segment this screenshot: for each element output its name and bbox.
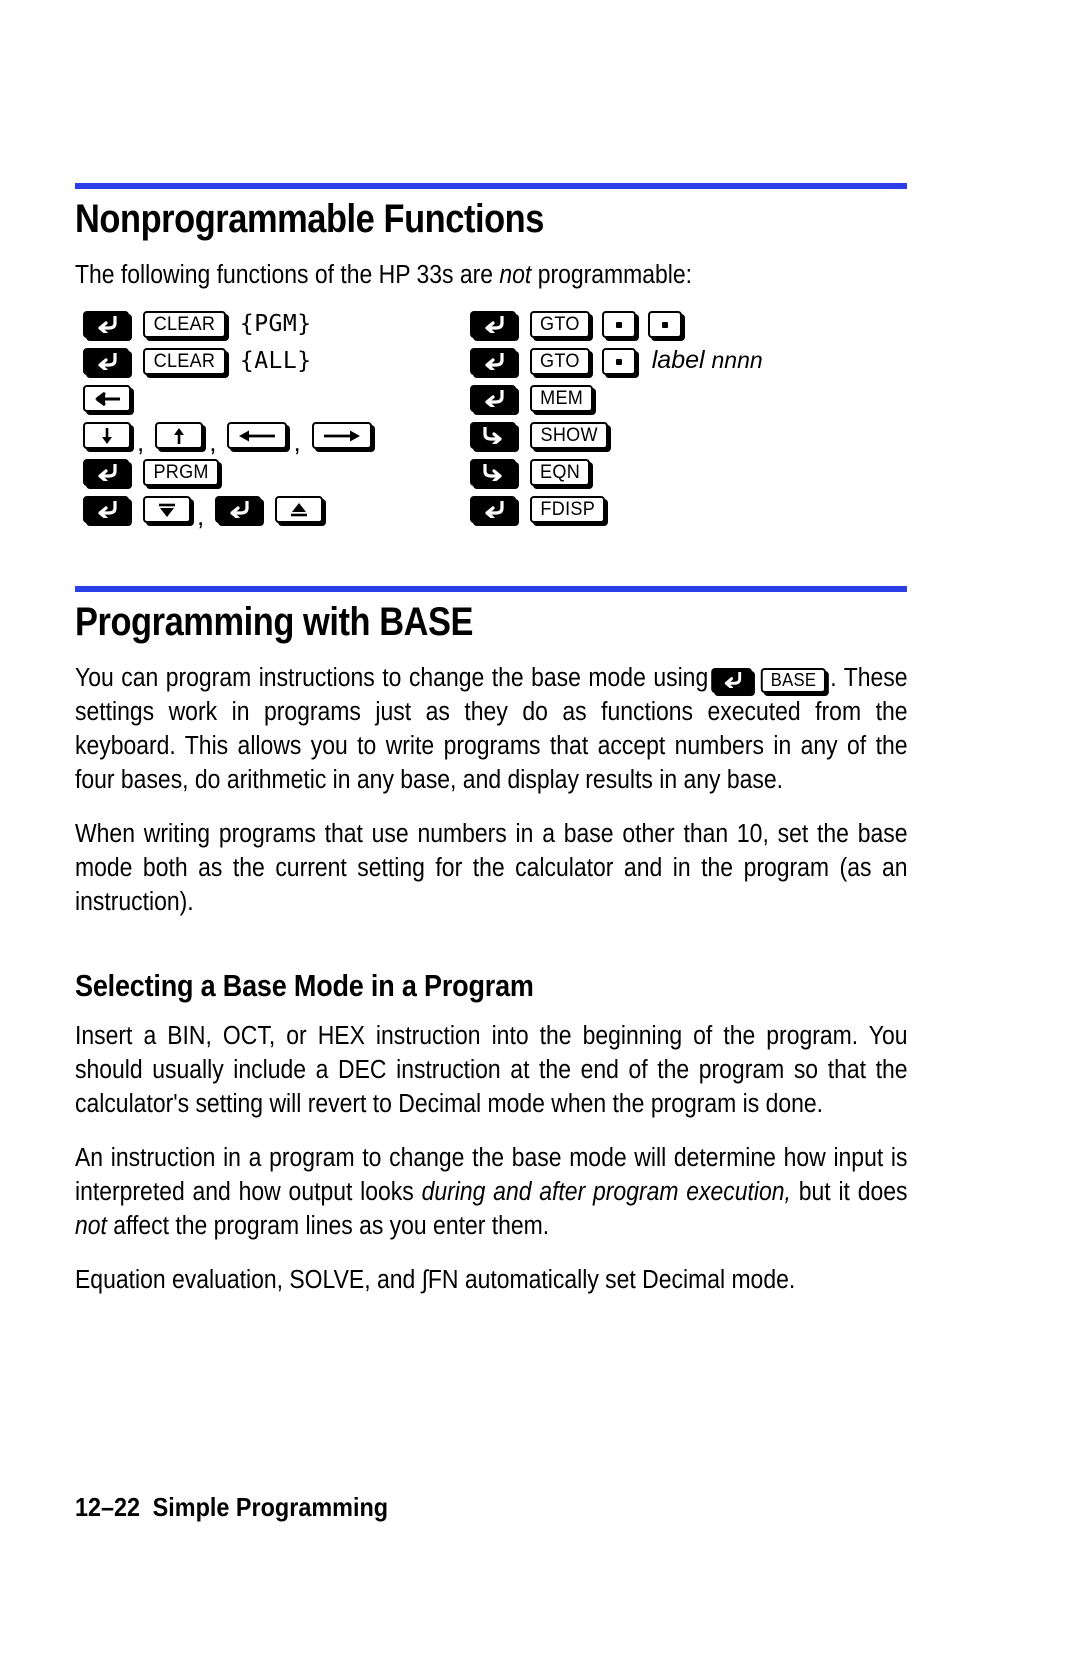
key-row-fdisp: FDISP xyxy=(470,491,763,528)
pgm-display-text: {PGM} xyxy=(239,310,312,337)
dot-glyph xyxy=(615,321,622,328)
gto-key[interactable]: GTO xyxy=(530,311,590,338)
key-row-eqn: EQN xyxy=(470,454,763,491)
key-row-backspace xyxy=(83,380,384,417)
all-display-text: {ALL} xyxy=(239,347,312,374)
left-shift-key-icon[interactable] xyxy=(470,348,516,375)
left-shift-key-icon[interactable] xyxy=(83,348,129,375)
up-arrow-key-icon[interactable] xyxy=(155,422,204,449)
para4-italic-phrase: during and after program execution, xyxy=(421,1178,791,1207)
key-column-left: CLEAR {PGM} CLEAR {ALL} , , , PRGM , xyxy=(83,306,384,531)
roll-up-key-icon[interactable] xyxy=(275,496,324,523)
inline-key-group-base: BASE xyxy=(711,662,835,696)
intro-text-after: programmable: xyxy=(531,261,693,289)
mem-key[interactable]: MEM xyxy=(530,385,594,412)
paragraph-base-mode-setting: When writing programs that use numbers i… xyxy=(75,820,908,916)
eqn-key[interactable]: EQN xyxy=(530,459,591,486)
manual-page: Nonprogrammable Functions The following … xyxy=(0,0,1080,1672)
left-shift-key-icon[interactable] xyxy=(711,667,752,693)
backspace-arrow-key-icon[interactable] xyxy=(83,385,131,412)
dot-glyph xyxy=(615,358,622,365)
left-shift-key-icon[interactable] xyxy=(83,496,129,523)
comma-separator: , xyxy=(197,501,205,531)
label-word: label xyxy=(651,346,705,374)
intro-paragraph: The following functions of the HP 33s ar… xyxy=(75,258,908,292)
key-row-clear-all: CLEAR {ALL} xyxy=(83,343,384,380)
comma-separator: , xyxy=(293,427,301,457)
left-shift-key-icon[interactable] xyxy=(83,459,129,486)
key-column-right: GTO GTO label nnnn MEM SHOW EQN FDISP xyxy=(470,306,763,528)
section-rule-top xyxy=(75,183,907,189)
nnnn-word: nnnn xyxy=(711,347,763,373)
para1-text-a: You can program instructions to change t… xyxy=(75,664,716,692)
down-arrow-key-icon[interactable] xyxy=(83,422,131,449)
paragraph-equation-evaluation: Equation evaluation, SOLVE, and ∫FN auto… xyxy=(75,1266,796,1295)
label-placeholder-text: label nnnn xyxy=(652,346,763,375)
paragraph-instruction-effect: An instruction in a program to change th… xyxy=(75,1141,908,1243)
right-arrow-key-icon[interactable] xyxy=(311,422,372,449)
paragraph-base-intro: You can program instructions to change t… xyxy=(75,661,908,797)
left-shift-key-icon[interactable] xyxy=(470,496,516,523)
base-key[interactable]: BASE xyxy=(760,667,827,693)
left-shift-key-icon[interactable] xyxy=(83,311,129,338)
clear-key[interactable]: CLEAR xyxy=(143,348,226,375)
page-footer: 12–22 Simple Programming xyxy=(75,1492,388,1523)
prgm-key[interactable]: PRGM xyxy=(143,459,220,486)
footer-page-number: 12–22 xyxy=(75,1492,141,1522)
section-heading-programming-with-base: Programming with BASE xyxy=(75,600,474,644)
key-row-gto-dot-label: GTO label nnnn xyxy=(470,343,763,380)
paragraph-insert-instruction: Insert a BIN, OCT, or HEX instruction in… xyxy=(75,1022,908,1119)
left-shift-key-icon[interactable] xyxy=(470,311,516,338)
dot-glyph xyxy=(661,321,668,328)
intro-text-italic: not xyxy=(499,261,532,289)
gto-key[interactable]: GTO xyxy=(530,348,590,375)
roll-down-key-icon[interactable] xyxy=(143,496,191,523)
left-arrow-key-icon[interactable] xyxy=(227,422,288,449)
comma-separator: , xyxy=(209,427,217,457)
key-row-mem: MEM xyxy=(470,380,763,417)
fdisp-key[interactable]: FDISP xyxy=(530,496,606,523)
key-row-roll-down-up: , xyxy=(83,491,384,531)
key-row-gto-dot-dot: GTO xyxy=(470,306,763,343)
decimal-point-key-icon[interactable] xyxy=(601,348,636,375)
para4-italic-not: not xyxy=(75,1212,107,1241)
page-content: Nonprogrammable Functions The following … xyxy=(75,0,908,1317)
para4-text-b: but it does xyxy=(790,1178,908,1207)
key-row-cursor-arrows: , , , xyxy=(83,417,384,457)
key-row-clear-pgm: CLEAR {PGM} xyxy=(83,306,384,343)
intro-text-before: The following functions of the HP 33s ar… xyxy=(75,261,500,289)
comma-separator: , xyxy=(137,427,145,457)
decimal-point-key-icon[interactable] xyxy=(601,311,636,338)
show-key[interactable]: SHOW xyxy=(530,422,609,449)
section-rule-base xyxy=(75,586,907,592)
key-row-prgm: PRGM xyxy=(83,454,384,491)
key-row-show: SHOW xyxy=(470,417,763,454)
left-shift-key-icon[interactable] xyxy=(470,385,516,412)
left-shift-key-icon[interactable] xyxy=(215,496,262,523)
clear-key[interactable]: CLEAR xyxy=(143,311,226,338)
decimal-point-key-icon[interactable] xyxy=(647,311,682,338)
para4-text-c: affect the program lines as you enter th… xyxy=(106,1212,550,1241)
section-heading-nonprogrammable: Nonprogrammable Functions xyxy=(75,197,544,241)
right-shift-key-icon[interactable] xyxy=(470,459,516,486)
subheading-selecting-base-mode: Selecting a Base Mode in a Program xyxy=(75,968,534,1003)
nonprogrammable-key-table: CLEAR {PGM} CLEAR {ALL} , , , PRGM , GTO… xyxy=(75,306,907,531)
footer-chapter-title: Simple Programming xyxy=(152,1492,389,1522)
right-shift-key-icon[interactable] xyxy=(470,422,516,449)
